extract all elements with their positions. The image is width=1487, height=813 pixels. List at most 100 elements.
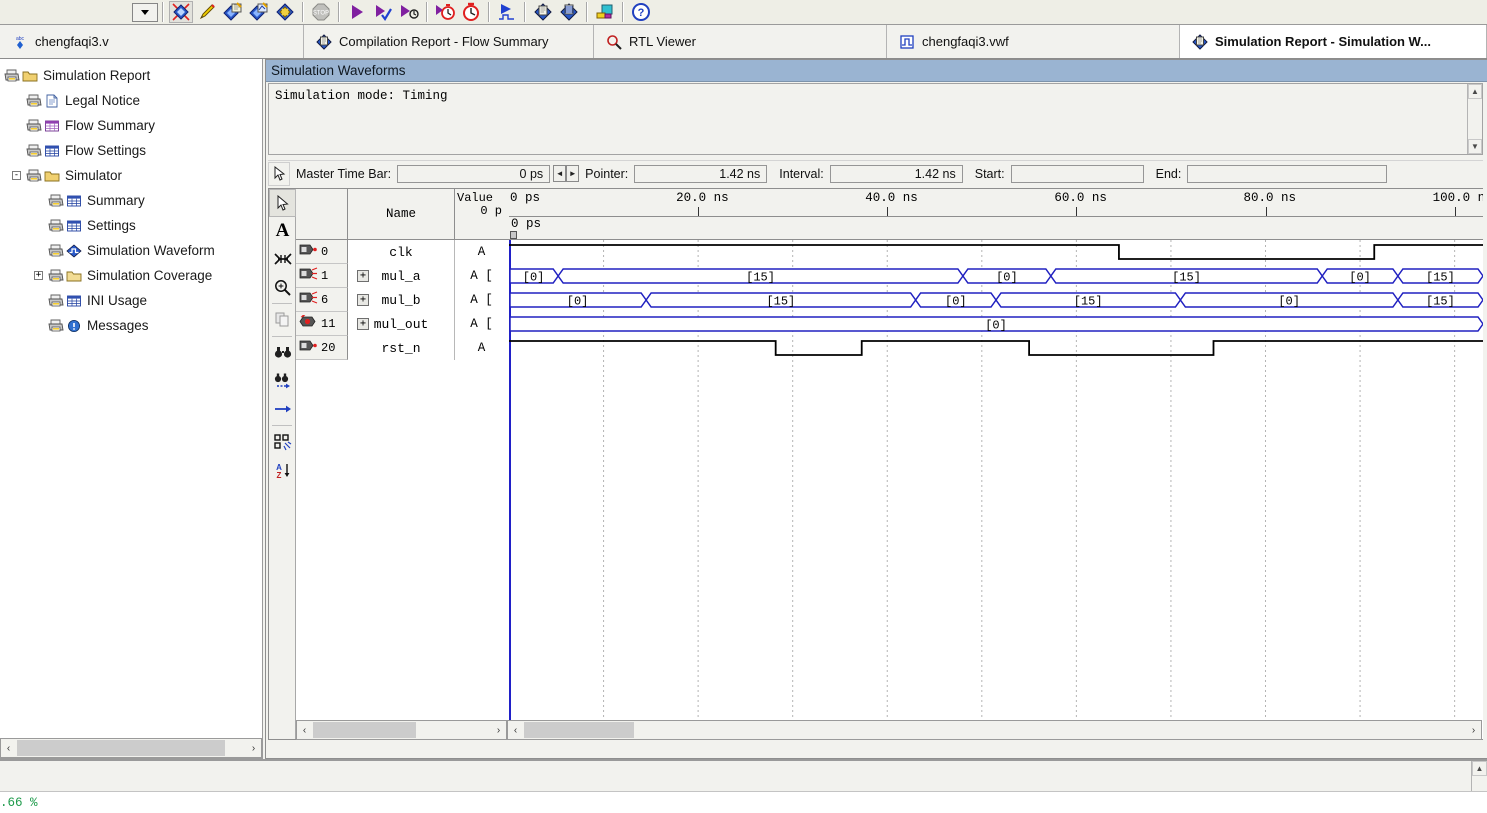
signal-name: clk xyxy=(389,244,413,260)
signal-list[interactable]: 0 clk A 1 + mul_a A [6 + mul_b A [11 + mul_out A [20… xyxy=(296,240,509,739)
sidebar-item-simulator[interactable]: - Simulator xyxy=(0,163,262,188)
tree-expander-icon[interactable]: + xyxy=(34,271,43,280)
sort-az-icon[interactable]: A Z xyxy=(269,456,296,484)
zoom-tool-icon[interactable] xyxy=(269,273,296,301)
end-value[interactable] xyxy=(1187,164,1388,183)
time-spinner[interactable]: ◄ ► xyxy=(553,165,580,182)
waveform-horizontal-scrollbar[interactable]: ‹ › xyxy=(507,720,1482,740)
signal-row[interactable]: 0 clk A xyxy=(296,240,509,264)
scroll-track[interactable] xyxy=(312,721,491,739)
scroll-down-arrow[interactable]: ▼ xyxy=(1468,139,1482,154)
goto-icon[interactable] xyxy=(269,395,296,423)
scroll-right-arrow[interactable]: › xyxy=(1466,721,1481,739)
simulation-waveform-icon[interactable] xyxy=(495,1,519,23)
fitter-icon[interactable] xyxy=(247,1,271,23)
tree-horizontal-scrollbar[interactable]: ‹ › xyxy=(0,738,262,758)
tab-chengfaqi3-vwf[interactable]: chengfaqi3.vwf xyxy=(887,25,1180,58)
scroll-left-arrow[interactable]: ‹ xyxy=(297,721,312,739)
start-simulation-icon[interactable] xyxy=(397,1,421,23)
scroll-track[interactable] xyxy=(16,739,246,757)
sidebar-item-simulation-coverage[interactable]: + Simulation Coverage xyxy=(0,263,262,288)
find-next-icon[interactable] xyxy=(269,367,296,395)
waveform-canvas[interactable]: [0] [15] [0] [15] [0] [15] [0] [15] [0] [15] [0] [1… xyxy=(509,240,1483,739)
start-compilation-check-icon[interactable] xyxy=(371,1,395,23)
tab-simulation-report[interactable]: Simulation Report - Simulation W... xyxy=(1180,25,1487,58)
scroll-left-arrow[interactable]: ‹ xyxy=(508,721,523,739)
text-tool-icon[interactable]: A xyxy=(269,217,296,245)
scroll-right-arrow[interactable]: › xyxy=(246,739,261,757)
report-tree[interactable]: Simulation Report Legal Notice Flow Summ… xyxy=(0,63,262,734)
signal-name-header[interactable]: Name xyxy=(348,189,455,239)
sidebar-item-messages[interactable]: Messages xyxy=(0,313,262,338)
sidebar-item-legal-notice[interactable]: Legal Notice xyxy=(0,88,262,113)
signal-name-cell[interactable]: + mul_b xyxy=(348,288,455,312)
selection-tool-icon[interactable] xyxy=(269,189,296,217)
analysis-synthesis-icon[interactable] xyxy=(221,1,245,23)
waveform-editing-tool-icon[interactable] xyxy=(269,245,296,273)
tree-expander-icon[interactable]: - xyxy=(12,171,21,180)
scroll-up-arrow[interactable]: ▲ xyxy=(1472,761,1487,776)
sidebar-item-summary[interactable]: Summary xyxy=(0,188,262,213)
mode-box-scrollbar[interactable]: ▲ ▼ xyxy=(1467,84,1482,154)
signal-row[interactable]: 6 + mul_b A [ xyxy=(296,288,509,312)
signal-id-cell[interactable]: 20 xyxy=(296,336,348,360)
help-icon[interactable]: ? xyxy=(629,1,653,23)
signal-row[interactable]: 20 rst_n A xyxy=(296,336,509,360)
assembler-icon[interactable] xyxy=(273,1,297,23)
signal-id-cell[interactable]: 1 xyxy=(296,264,348,288)
expand-bus-icon[interactable]: + xyxy=(357,270,369,282)
toolbar-dropdown-button[interactable] xyxy=(132,2,158,22)
scroll-left-arrow[interactable]: ‹ xyxy=(1,739,16,757)
sidebar-item-ini-usage[interactable]: INI Usage xyxy=(0,288,262,313)
signal-name-cell[interactable]: + mul_a xyxy=(348,264,455,288)
start-compilation-icon[interactable] xyxy=(345,1,369,23)
message-panel-scrollbar[interactable]: ▲ xyxy=(1471,761,1487,793)
tab-compilation-report[interactable]: Compilation Report - Flow Summary xyxy=(304,25,594,58)
scroll-thumb[interactable] xyxy=(523,721,635,739)
group-ungroup-icon[interactable] xyxy=(269,428,296,456)
tab-chengfaqi3-v[interactable]: abc chengfaqi3.v xyxy=(0,25,304,58)
rtl-viewer-icon[interactable] xyxy=(557,1,581,23)
sidebar-item-simulation-waveform[interactable]: Simulation Waveform xyxy=(0,238,262,263)
signal-id-cell[interactable]: 6 xyxy=(296,288,348,312)
tab-rtl-viewer[interactable]: RTL Viewer xyxy=(594,25,887,58)
sidebar-item-flow-summary[interactable]: Flow Summary xyxy=(0,113,262,138)
scroll-right-arrow[interactable]: › xyxy=(491,721,506,739)
master-time-bar-value[interactable]: 0 ps xyxy=(397,164,551,183)
signal-row[interactable]: 1 + mul_a A [ xyxy=(296,264,509,288)
master-time-bar-position-label: 0 ps xyxy=(511,217,542,231)
cursor-tool-button[interactable] xyxy=(268,161,290,186)
names-horizontal-scrollbar[interactable]: ‹ › xyxy=(296,720,507,740)
classic-timing-analyzer-icon[interactable] xyxy=(459,1,483,23)
compilation-report-icon[interactable] xyxy=(531,1,555,23)
scroll-track[interactable] xyxy=(523,721,1466,739)
signal-name-cell[interactable]: clk xyxy=(348,240,455,264)
signal-name-cell[interactable]: rst_n xyxy=(348,336,455,360)
find-icon[interactable] xyxy=(269,339,296,367)
signal-id-cell[interactable]: 11 xyxy=(296,312,348,336)
compile-stop-icon[interactable] xyxy=(169,1,193,23)
toolbar-separator-4 xyxy=(426,2,428,22)
spin-left-button[interactable]: ◄ xyxy=(553,165,567,182)
expand-bus-icon[interactable]: + xyxy=(357,294,369,306)
scroll-thumb[interactable] xyxy=(312,721,417,739)
copy-icon[interactable] xyxy=(269,306,296,334)
timing-analyzer-icon[interactable] xyxy=(433,1,457,23)
programmer-icon[interactable] xyxy=(593,1,617,23)
signal-id-cell[interactable]: 0 xyxy=(296,240,348,264)
master-time-bar-handle[interactable] xyxy=(510,231,517,239)
spin-right-button[interactable]: ► xyxy=(566,165,580,182)
start-value[interactable] xyxy=(1010,164,1144,183)
scroll-thumb[interactable] xyxy=(16,739,226,757)
expand-bus-icon[interactable]: + xyxy=(357,318,369,330)
scroll-up-arrow[interactable]: ▲ xyxy=(1468,84,1482,99)
sidebar-item-flow-settings[interactable]: Flow Settings xyxy=(0,138,262,163)
sidebar-item-settings[interactable]: Settings xyxy=(0,213,262,238)
pencil-edit-icon[interactable] xyxy=(195,1,219,23)
time-ruler[interactable]: 0 ps 20.0 ns 40.0 ns 60.0 ns 80.0 ns 100.0 ns… xyxy=(509,189,1483,240)
signal-row[interactable]: 11 + mul_out A [ xyxy=(296,312,509,336)
sidebar-item-simulation-report[interactable]: Simulation Report xyxy=(0,63,262,88)
stop-processing-icon[interactable]: STOP xyxy=(309,1,333,23)
signal-value-header[interactable]: Value 0 p xyxy=(455,189,508,239)
signal-name-cell[interactable]: + mul_out xyxy=(348,312,455,336)
